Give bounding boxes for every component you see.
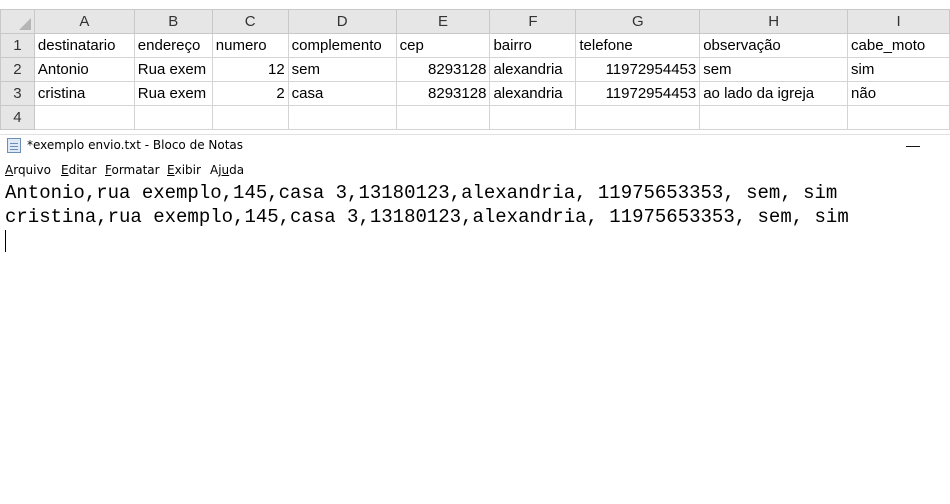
cell[interactable]: 11972954453 — [575, 81, 701, 106]
cell[interactable]: 12 — [211, 57, 289, 82]
menu-label: ormatar — [111, 163, 160, 177]
cell[interactable]: não — [847, 81, 950, 106]
cell[interactable]: complemento — [287, 33, 397, 58]
cell[interactable] — [211, 105, 289, 130]
menu-arquivo[interactable]: Arquivo — [5, 163, 51, 177]
cell[interactable]: ao lado da igreja — [699, 81, 849, 106]
cell[interactable]: cep — [395, 33, 491, 58]
row-header[interactable]: 1 — [0, 33, 35, 58]
column-header-a[interactable]: A — [33, 9, 135, 34]
column-header-c[interactable]: C — [211, 9, 289, 34]
minimize-button[interactable]: — — [896, 135, 930, 157]
cell[interactable]: alexandria — [489, 81, 577, 106]
menu-label: rquivo — [13, 163, 51, 177]
table-row: 4 — [0, 105, 950, 130]
menu-label: da — [229, 163, 245, 177]
column-header-f[interactable]: F — [489, 9, 577, 34]
notepad-menubar: Arquivo Editar Formatar Exibir Ajuda — [0, 160, 950, 180]
column-header-h[interactable]: H — [699, 9, 849, 34]
cell[interactable]: destinatario — [33, 33, 135, 58]
cell[interactable]: sem — [699, 57, 849, 82]
cell[interactable] — [33, 105, 135, 130]
spreadsheet: A B C D E F G H I 1 destinatario endereç… — [0, 9, 950, 130]
text-line: cristina,rua exemplo,145,casa 3,13180123… — [5, 206, 849, 228]
cell[interactable]: numero — [211, 33, 289, 58]
cell[interactable]: sim — [847, 57, 950, 82]
cell[interactable]: 2 — [211, 81, 289, 106]
column-header-e[interactable]: E — [395, 9, 491, 34]
text-line: Antonio,rua exemplo,145,casa 3,13180123,… — [5, 182, 838, 204]
cell[interactable]: Antonio — [33, 57, 135, 82]
cell[interactable]: endereço — [133, 33, 213, 58]
cell[interactable]: casa — [287, 81, 397, 106]
window-title: *exemplo envio.txt - Bloco de Notas — [27, 138, 244, 152]
menu-label: ditar — [68, 163, 97, 177]
cell[interactable]: cabe_moto — [847, 33, 950, 58]
notepad-icon — [7, 138, 21, 153]
select-all-icon — [18, 18, 31, 30]
menu-label: Aj — [210, 163, 222, 177]
column-header-g[interactable]: G — [575, 9, 701, 34]
menu-ajuda[interactable]: Ajuda — [210, 163, 244, 177]
cell[interactable]: sem — [287, 57, 397, 82]
menu-exibir[interactable]: Exibir — [167, 163, 201, 177]
menu-editar[interactable]: Editar — [61, 163, 97, 177]
cell[interactable]: Rua exem — [133, 81, 213, 106]
cell[interactable] — [395, 105, 491, 130]
column-header-b[interactable]: B — [133, 9, 213, 34]
menu-mnemonic: E — [61, 163, 69, 177]
cell[interactable]: observação — [699, 33, 849, 58]
column-header-row: A B C D E F G H I — [0, 9, 950, 34]
table-row: 1 destinatario endereço numero complemen… — [0, 33, 950, 58]
menu-mnemonic: A — [5, 163, 14, 177]
select-all-corner[interactable] — [0, 9, 35, 34]
cell[interactable] — [489, 105, 577, 130]
notepad-text-area[interactable]: Antonio,rua exemplo,145,casa 3,13180123,… — [0, 180, 950, 504]
cell[interactable]: alexandria — [489, 57, 577, 82]
column-header-i[interactable]: I — [847, 9, 950, 34]
spreadsheet-grid: A B C D E F G H I 1 destinatario endereç… — [0, 9, 950, 130]
cell[interactable]: cristina — [33, 81, 135, 106]
text-caret — [5, 230, 6, 252]
row-header[interactable]: 3 — [0, 81, 35, 106]
cell[interactable] — [575, 105, 701, 130]
column-header-d[interactable]: D — [287, 9, 397, 34]
cell[interactable]: telefone — [575, 33, 701, 58]
menu-mnemonic: u — [221, 163, 230, 177]
cell[interactable]: 8293128 — [395, 81, 491, 106]
cell[interactable]: Rua exem — [133, 57, 213, 82]
cell[interactable] — [699, 105, 849, 130]
table-row: 2 Antonio Rua exem 12 sem 8293128 alexan… — [0, 57, 950, 82]
cell[interactable]: 11972954453 — [575, 57, 701, 82]
menu-label: xibir — [174, 163, 201, 177]
notepad-titlebar[interactable]: *exemplo envio.txt - Bloco de Notas — — [0, 134, 950, 157]
row-header[interactable]: 4 — [0, 105, 35, 130]
menu-mnemonic: E — [167, 163, 175, 177]
table-row: 3 cristina Rua exem 2 casa 8293128 alexa… — [0, 81, 950, 106]
menu-formatar[interactable]: Formatar — [105, 163, 160, 177]
row-header[interactable]: 2 — [0, 57, 35, 82]
cell[interactable] — [133, 105, 213, 130]
cell[interactable] — [847, 105, 950, 130]
cell[interactable]: bairro — [489, 33, 577, 58]
cell[interactable] — [287, 105, 397, 130]
cell[interactable]: 8293128 — [395, 57, 491, 82]
